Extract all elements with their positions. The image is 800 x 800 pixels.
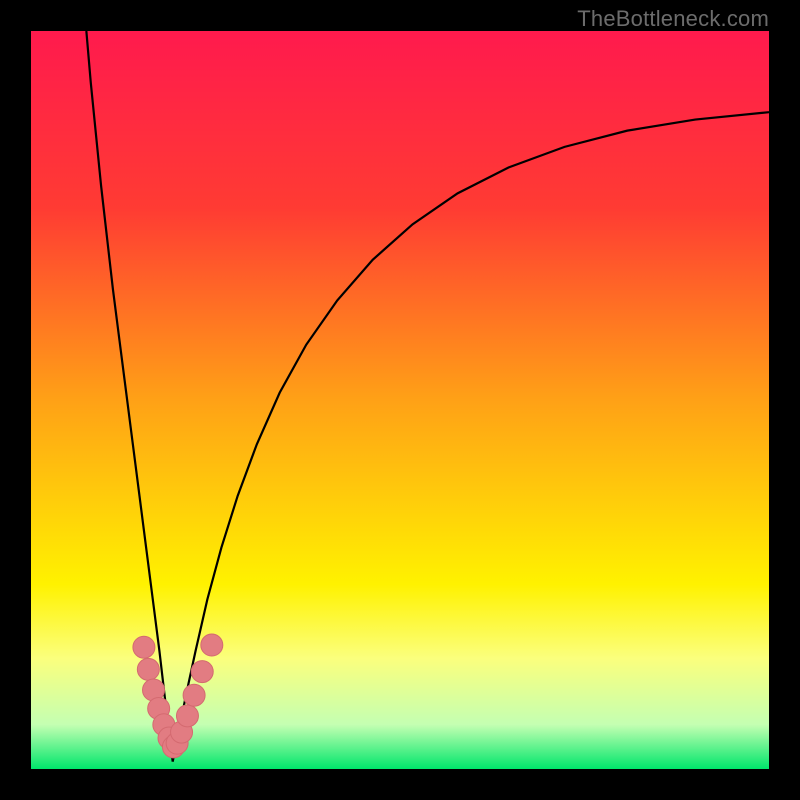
plot-area <box>31 31 769 769</box>
data-marker <box>176 705 198 727</box>
data-marker <box>201 634 223 656</box>
data-marker <box>137 658 159 680</box>
data-marker <box>183 684 205 706</box>
outer-frame: TheBottleneck.com <box>0 0 800 800</box>
data-marker <box>133 636 155 658</box>
data-marker <box>191 661 213 683</box>
bottleneck-chart <box>31 31 769 769</box>
watermark-label: TheBottleneck.com <box>577 6 769 32</box>
